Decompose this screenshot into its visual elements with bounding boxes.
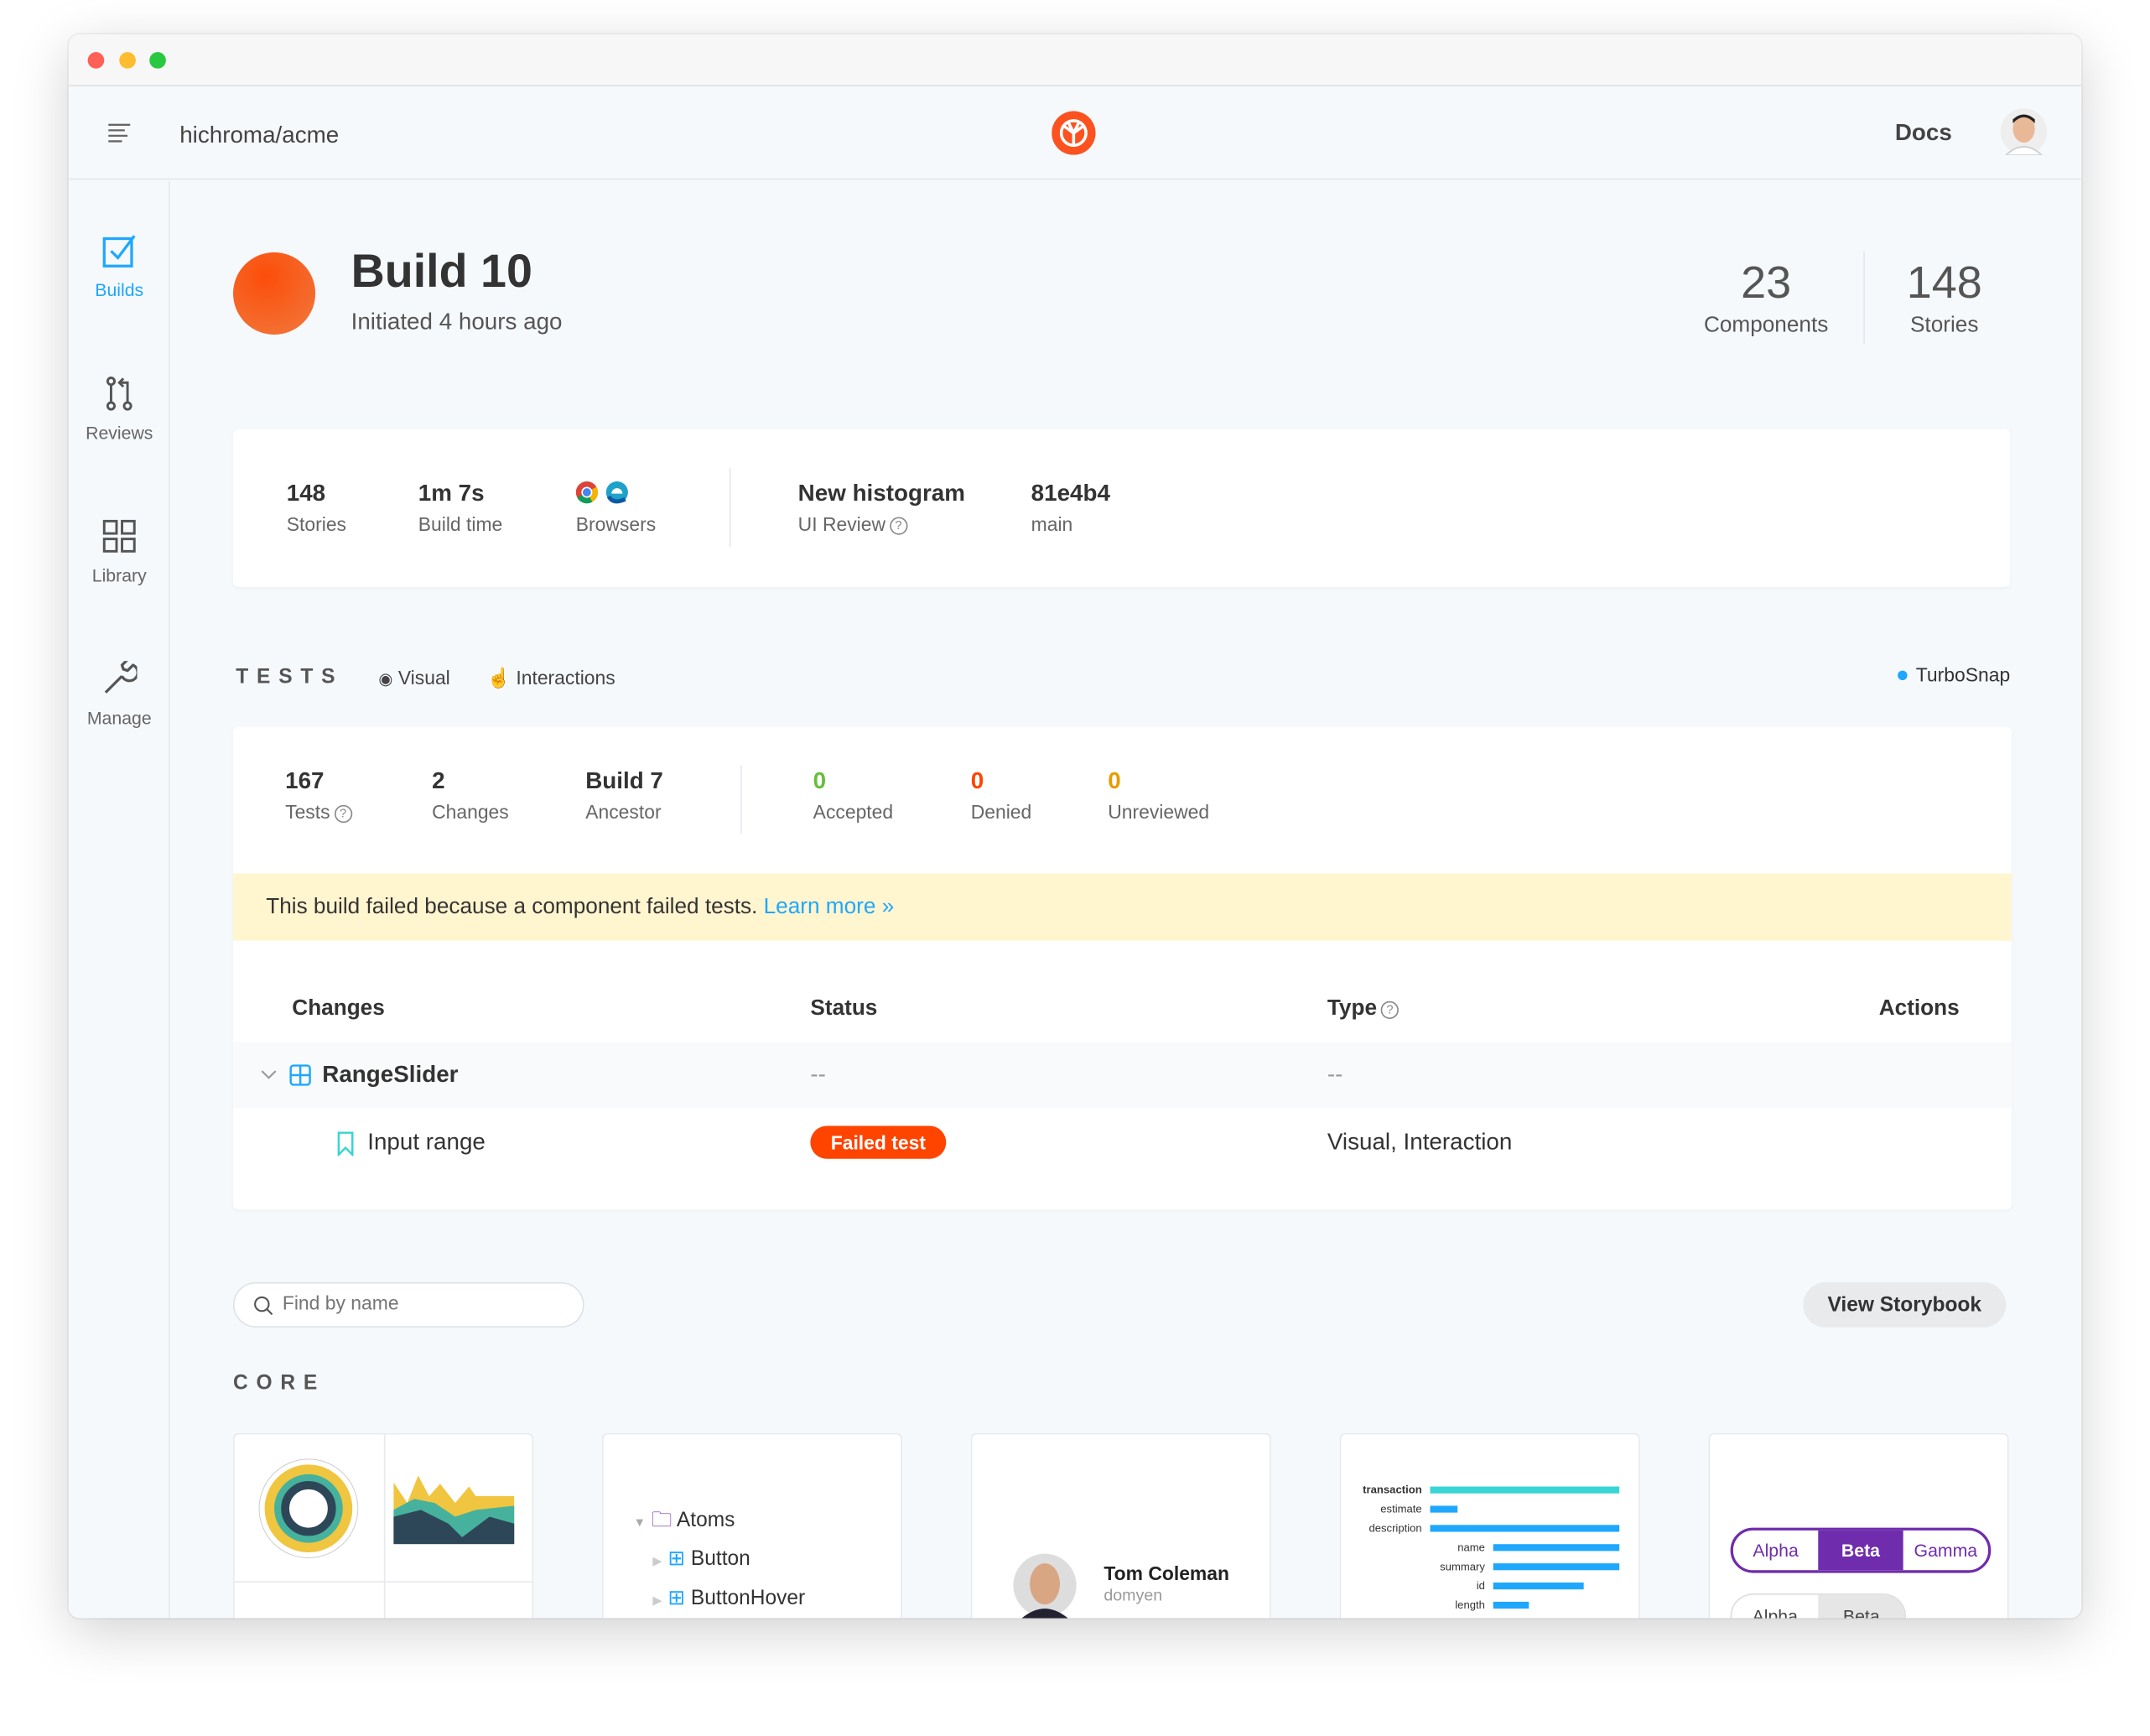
sidebar-item-label: Library — [91, 564, 147, 586]
checkbox-icon — [102, 235, 136, 268]
components-count: 23 Components — [1703, 256, 1829, 338]
pointer-hand-icon: ☝ — [486, 666, 512, 689]
ui-review-link[interactable]: New histogram UI Review? — [798, 480, 965, 535]
stat-stories: 148 Stories — [286, 480, 347, 535]
stat-accepted: 0 Accepted — [813, 767, 894, 824]
sidebar-item-library[interactable]: Library — [69, 518, 170, 585]
component-icon — [289, 1064, 311, 1086]
visual-filter[interactable]: ◉ Visual — [378, 667, 449, 689]
chrome-icon — [575, 481, 599, 504]
stat-denied: 0 Denied — [970, 767, 1032, 824]
menu-icon[interactable] — [108, 123, 131, 143]
top-header: hichroma/acme Docs — [68, 86, 2082, 180]
column-header-status: Status — [810, 996, 878, 1021]
tests-heading: TESTS — [236, 665, 344, 689]
sidebar-item-reviews[interactable]: Reviews — [69, 376, 170, 443]
divider — [740, 765, 742, 834]
view-storybook-button[interactable]: View Storybook — [1803, 1281, 2007, 1328]
chevron-down-icon[interactable] — [261, 1069, 278, 1080]
sidebar: Builds Reviews Library Manage — [69, 180, 170, 1619]
page-title: Build 10 — [351, 245, 532, 298]
bookmark-icon — [337, 1131, 354, 1156]
turbosnap-badge[interactable]: TurboSnap — [1898, 663, 2010, 686]
stat-tests: 167 Tests? — [285, 768, 352, 824]
search-icon — [254, 1296, 273, 1316]
sidebar-item-label: Builds — [95, 279, 144, 301]
interactions-filter[interactable]: ☝ Interactions — [486, 667, 615, 690]
title-bar — [68, 34, 2082, 87]
user-avatar[interactable] — [2000, 108, 2048, 155]
type-cell: -- — [1327, 1061, 1343, 1088]
chromatic-logo-icon[interactable] — [1052, 111, 1096, 155]
sidebar-item-label: Reviews — [86, 422, 153, 444]
build-subtitle: Initiated 4 hours ago — [351, 308, 563, 335]
app-window: hichroma/acme Docs Builds Reviews Librar… — [68, 34, 2082, 1619]
divider — [729, 467, 731, 548]
table-row[interactable]: RangeSlider -- -- — [232, 1042, 2012, 1109]
tests-card: 167 Tests? 2 Changes Build 7 Ancestor 0 Acce… — [232, 726, 2012, 1210]
help-icon[interactable]: ? — [889, 517, 908, 535]
stat-changes: 2 Changes — [432, 767, 509, 824]
search-input[interactable] — [232, 1281, 584, 1328]
column-header-actions: Actions — [1878, 996, 1960, 1021]
help-icon[interactable]: ? — [1380, 1001, 1400, 1019]
minimize-window-button[interactable] — [119, 52, 136, 69]
docs-link[interactable]: Docs — [1895, 119, 1952, 147]
sidebar-item-builds[interactable]: Builds — [69, 233, 170, 300]
stat-browsers: Browsers — [575, 480, 656, 535]
build-status-indicator — [232, 252, 316, 335]
branch-commit-link[interactable]: 81e4b4 main — [1031, 480, 1110, 534]
search-field[interactable] — [282, 1292, 557, 1314]
edge-icon — [605, 481, 628, 504]
learn-more-link[interactable]: Learn more » — [764, 896, 895, 919]
table-row[interactable]: Input range Failed test Visual, Interact… — [233, 1108, 2012, 1177]
stat-unreviewed: 0 Unreviewed — [1108, 767, 1210, 824]
maximize-window-button[interactable] — [149, 52, 166, 69]
stories-count: 148 Stories — [1906, 256, 1982, 338]
eye-icon: ◉ — [378, 668, 393, 689]
pull-request-icon — [106, 377, 132, 411]
ancestor-build-link[interactable]: Build 7 Ancestor — [585, 768, 663, 823]
section-title: CORE — [232, 1371, 326, 1395]
status-dot — [1898, 670, 1908, 681]
divider — [1863, 251, 1865, 345]
sidebar-item-label: Manage — [86, 707, 152, 729]
column-header-changes: Changes — [292, 996, 385, 1021]
sidebar-item-manage[interactable]: Manage — [69, 661, 170, 728]
status-badge: Failed test — [810, 1125, 947, 1159]
help-icon[interactable]: ? — [334, 804, 352, 824]
grid-icon — [102, 519, 136, 553]
failure-banner: This build failed because a component fa… — [232, 873, 2012, 941]
build-summary-card: 148 Stories 1m 7s Build time Browsers New … — [232, 429, 2011, 587]
stat-build-time: 1m 7s Build time — [418, 480, 503, 535]
column-header-type: Type? — [1327, 997, 1400, 1021]
close-window-button[interactable] — [87, 52, 105, 69]
component-name: RangeSlider — [322, 1061, 459, 1088]
story-name[interactable]: Input range — [367, 1129, 486, 1156]
wrench-icon — [104, 661, 138, 694]
status-cell: -- — [810, 1061, 826, 1088]
repo-name[interactable]: hichroma/acme — [179, 122, 339, 150]
type-cell: Visual, Interaction — [1327, 1128, 1513, 1155]
